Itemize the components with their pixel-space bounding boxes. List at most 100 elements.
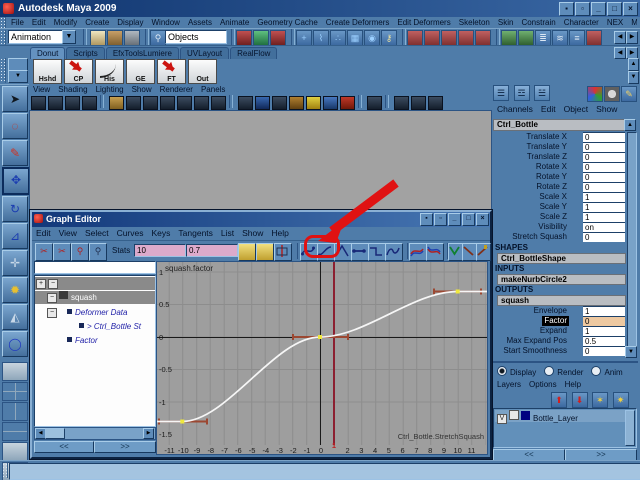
graph-editor-menu-item[interactable]: Keys (148, 227, 175, 240)
dolly-camera-icon[interactable] (65, 96, 80, 110)
channel-scroll-down-icon[interactable]: ▼ (625, 346, 637, 358)
layer-playback-checkbox[interactable] (509, 410, 519, 420)
shadows-icon[interactable] (323, 96, 338, 110)
layout-persp-outliner-button[interactable] (2, 442, 28, 461)
menu-item[interactable]: Create Deformers (322, 17, 394, 28)
tree-item-attr[interactable]: −Deformer Data (35, 306, 155, 319)
channel-value-field[interactable]: 0 (583, 316, 625, 326)
channel-list-icon[interactable]: ☰ (493, 85, 509, 101)
ipr-render-icon[interactable] (518, 30, 534, 46)
toolbox-toggle-icon[interactable]: ≡ (569, 30, 585, 46)
menu-item[interactable]: Animate (216, 17, 253, 28)
move-tool[interactable]: ✥ (2, 167, 30, 195)
snap-magnet-icon[interactable] (458, 30, 474, 46)
separator[interactable] (402, 29, 406, 45)
graph-editor-menu-item[interactable]: Edit (32, 227, 55, 240)
outliner-pager-next-button[interactable]: >> (94, 441, 156, 453)
menu-item[interactable]: Edit (28, 17, 50, 28)
default-material-icon[interactable] (289, 96, 304, 110)
channel-row[interactable]: Envelope1 (493, 306, 625, 316)
outliner-search-input[interactable] (34, 261, 156, 274)
channel-row[interactable]: Scale X1 (493, 192, 625, 202)
select-by-component-icon[interactable] (270, 30, 286, 46)
grid-toggle-icon[interactable] (367, 96, 382, 110)
stats-time-field[interactable] (134, 244, 186, 257)
channel-value-field[interactable]: 1 (583, 306, 625, 316)
scroll-right-icon[interactable]: ▶ (143, 428, 154, 439)
channel-row[interactable]: Rotate X0 (493, 162, 625, 172)
channel-row[interactable]: Factor0 (493, 316, 625, 326)
shaded-mode-icon[interactable] (126, 96, 141, 110)
layer-editor-menu-item[interactable]: Options (525, 379, 561, 390)
snap-to-view-icon[interactable]: ◉ (364, 30, 380, 46)
layer-editor-menu-item[interactable]: Layers (493, 379, 525, 390)
break-tangents-button[interactable] (448, 243, 463, 261)
field-chart-icon[interactable] (211, 96, 226, 110)
xray-mode-icon[interactable] (255, 96, 270, 110)
layer-mode-radio[interactable]: Anim (591, 368, 622, 377)
layer-visibility-checkbox[interactable]: V (497, 414, 507, 424)
select-tool[interactable]: ➤ (2, 86, 28, 112)
separator[interactable] (496, 29, 500, 45)
keyframe[interactable] (318, 335, 322, 339)
collapse-icon[interactable]: − (47, 293, 57, 303)
commandline-drag-handle[interactable] (2, 463, 8, 478)
statusline-drag-handle[interactable] (0, 30, 6, 45)
scale-tool[interactable]: ⊿ (2, 223, 28, 249)
channel-value-field[interactable]: 0 (583, 162, 625, 172)
resolution-gate-icon[interactable] (177, 96, 192, 110)
close-button[interactable]: × (623, 2, 638, 16)
use-all-lights-icon[interactable] (306, 96, 321, 110)
menu-item[interactable]: Display (113, 17, 147, 28)
frame-all-icon[interactable] (238, 243, 256, 261)
wireframe-mode-icon[interactable] (109, 96, 124, 110)
ge-minimize-button[interactable]: _ (448, 213, 461, 226)
keyframe[interactable] (456, 290, 460, 294)
channel-value-field[interactable]: on (583, 222, 625, 232)
channel-box-menu-item[interactable]: Show (592, 104, 621, 115)
channel-value-field[interactable]: 0 (583, 142, 625, 152)
graph-editor-menu-item[interactable]: Help (267, 227, 292, 240)
selection-mask-selector[interactable]: Objects (165, 30, 227, 44)
channel-value-field[interactable]: 0.5 (583, 336, 625, 346)
shelf-button[interactable]: His (95, 59, 124, 84)
shelf-button[interactable]: CP (64, 59, 93, 84)
menu-set-caret-icon[interactable]: ▼ (62, 30, 76, 44)
channel-row[interactable]: Rotate Z0 (493, 182, 625, 192)
menu-item[interactable]: NEX (603, 17, 627, 28)
ge-roll-button[interactable]: ▫ (434, 213, 447, 226)
lattice-deform-keys-icon[interactable]: ⚲ (89, 243, 107, 261)
graph-editor-menu-item[interactable]: List (217, 227, 238, 240)
channel-value-field[interactable]: 0 (583, 182, 625, 192)
zoom-camera-icon[interactable] (82, 96, 97, 110)
graph-editor-menu-item[interactable]: Curves (113, 227, 148, 240)
command-line-input[interactable] (9, 463, 640, 480)
input-connections-icon[interactable] (407, 30, 423, 46)
frame-all-viewport-icon[interactable] (411, 96, 426, 110)
menu-item[interactable]: Window (148, 17, 184, 28)
wireframe-on-shaded-icon[interactable] (272, 96, 287, 110)
statusline-collapse-left-icon[interactable]: ◀ (614, 31, 626, 44)
swap-buffer-curve-button[interactable] (426, 243, 444, 261)
channel-value-field[interactable]: 1 (583, 202, 625, 212)
layer-row[interactable]: VBottle_Layer (495, 410, 625, 422)
minimize-button[interactable]: _ (591, 2, 606, 16)
snap-to-planes-icon[interactable]: ▦ (347, 30, 363, 46)
menu-item[interactable]: File (7, 17, 28, 28)
channel-value-field[interactable]: 1 (583, 326, 625, 336)
construction-history-icon[interactable] (441, 30, 457, 46)
roll-button[interactable]: ▫ (575, 2, 590, 16)
film-gate-icon[interactable] (194, 96, 209, 110)
textured-mode-icon[interactable] (143, 96, 158, 110)
ge-maximize-button[interactable]: □ (462, 213, 475, 226)
channel-row[interactable]: Translate Y0 (493, 142, 625, 152)
ge-pin-button[interactable]: ▪ (420, 213, 433, 226)
tree-item-node[interactable]: −squash (35, 291, 155, 304)
statusline-collapse-right-icon[interactable]: ▶ (626, 31, 638, 44)
channel-row[interactable]: Rotate Y0 (493, 172, 625, 182)
make-live-icon[interactable]: ⚷ (381, 30, 397, 46)
shelf-button[interactable]: Hshd (33, 59, 62, 84)
menubar-drag-handle[interactable] (0, 17, 6, 28)
panel-menu-item[interactable]: Panels (197, 84, 229, 95)
channel-box-menu-item[interactable]: Channels (493, 104, 537, 115)
